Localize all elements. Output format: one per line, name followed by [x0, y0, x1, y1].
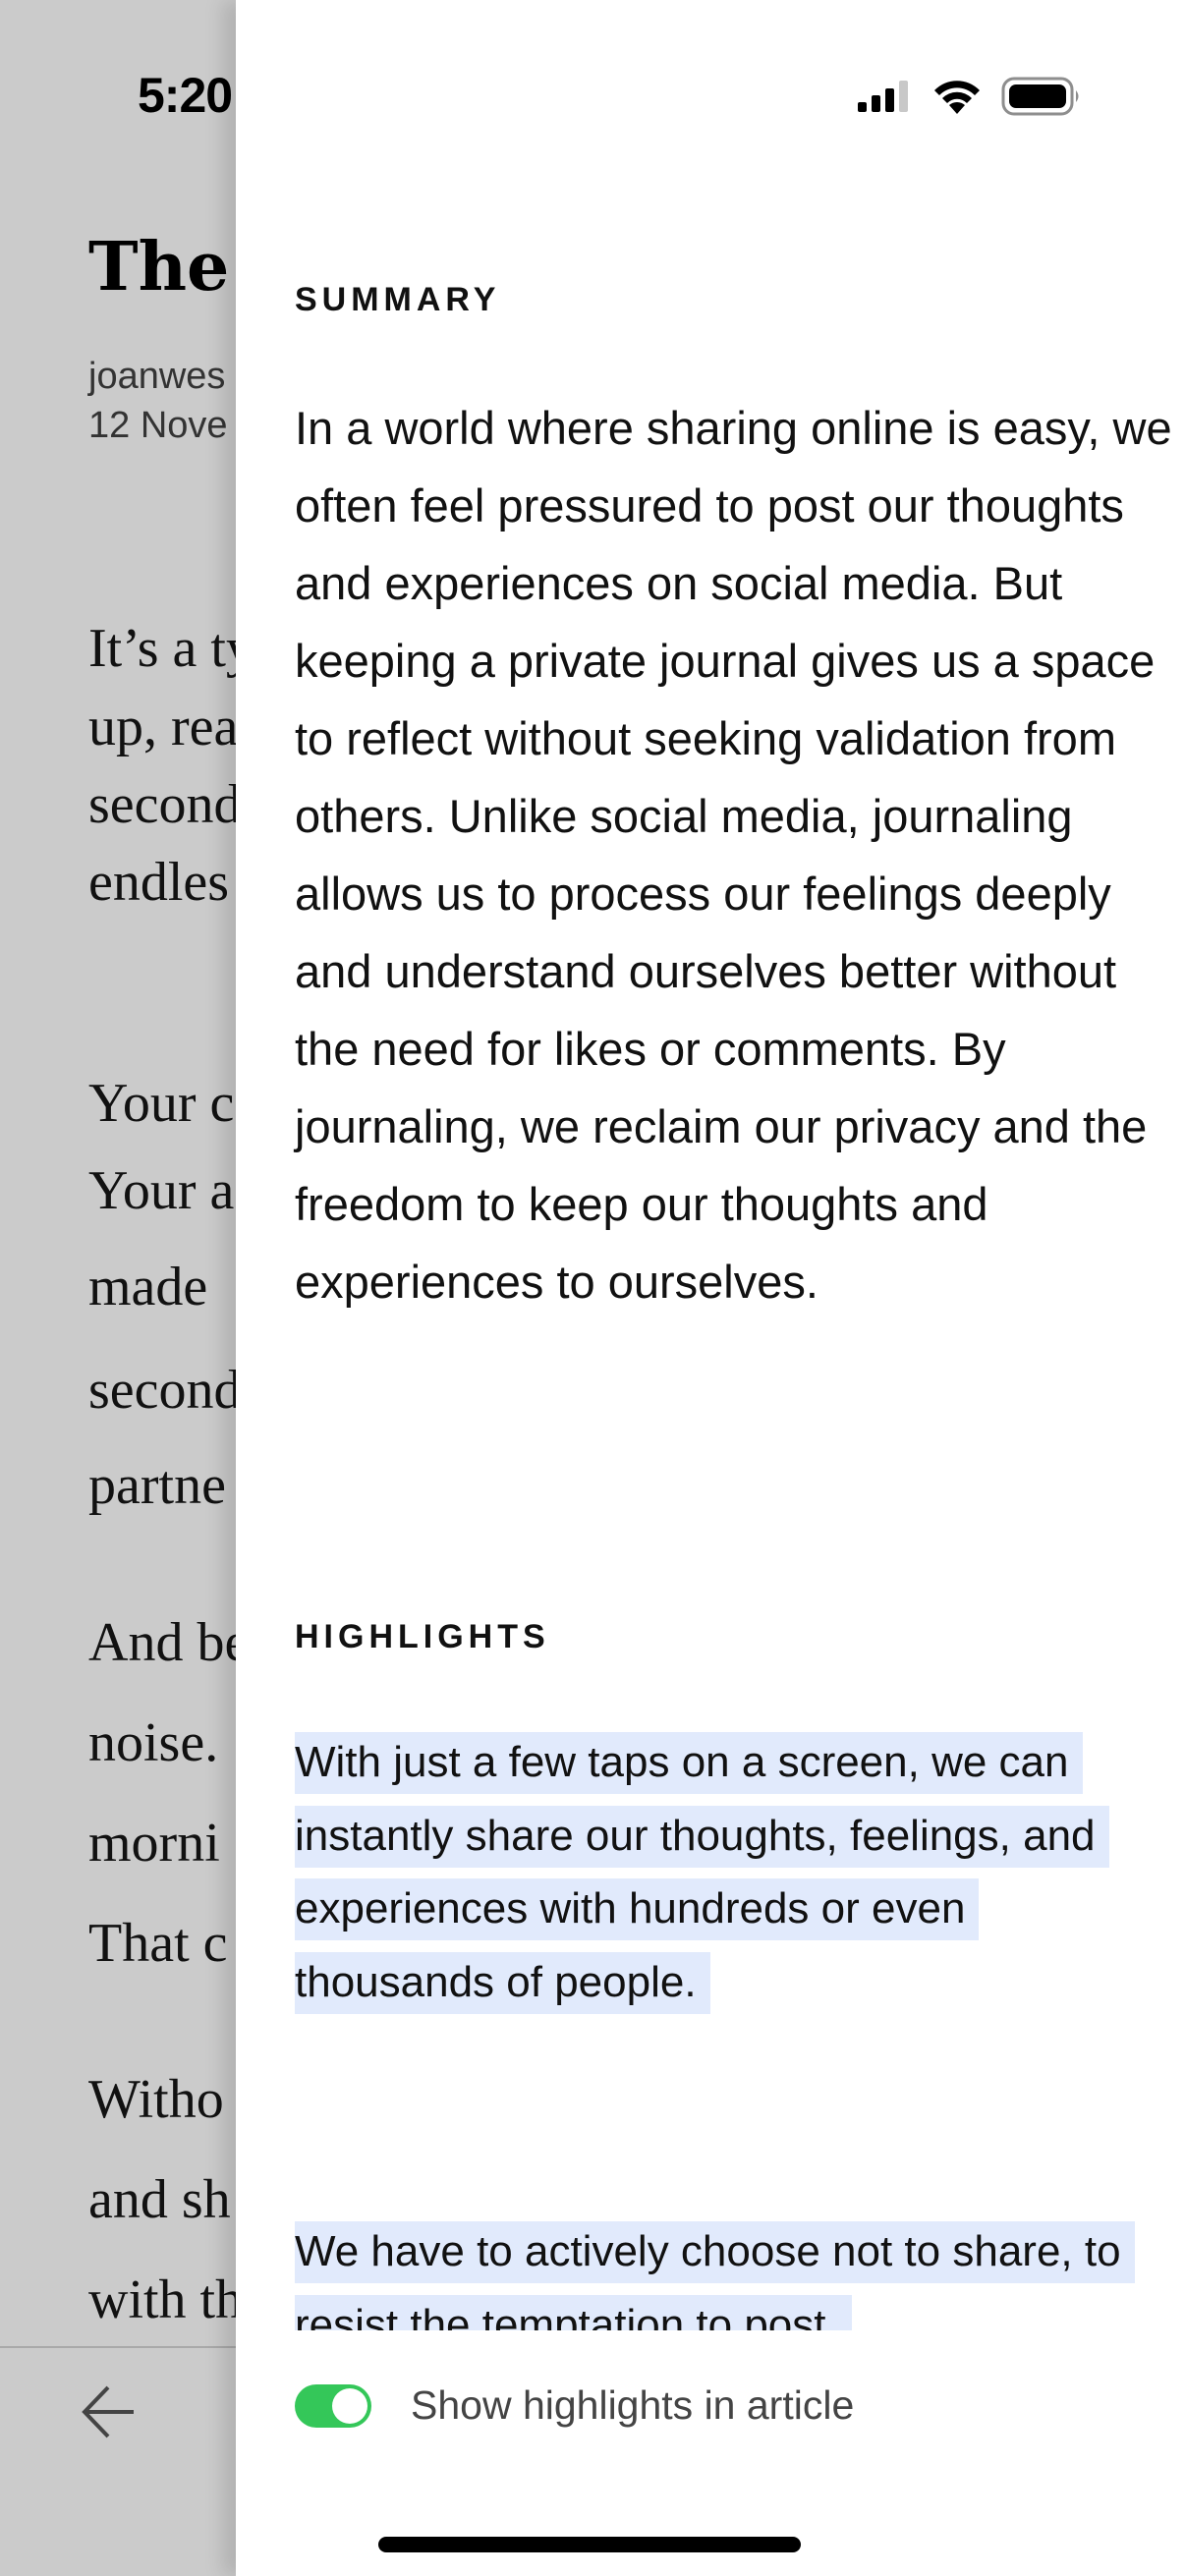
summary-heading: SUMMARY: [295, 281, 501, 318]
article-title: The: [88, 228, 230, 307]
article-date: 12 Nove: [88, 405, 228, 446]
summary-panel: SUMMARY In a world where sharing online …: [236, 0, 1185, 2576]
highlights-heading: HIGHLIGHTS: [295, 1618, 550, 1655]
article-author[interactable]: joanwes: [88, 356, 225, 398]
home-indicator[interactable]: [378, 2537, 801, 2552]
article-line: and sh: [88, 2169, 231, 2230]
article-line: That c: [88, 1913, 228, 1974]
status-time: 5:20: [138, 68, 233, 123]
article-line: made: [88, 1257, 208, 1317]
battery-icon: [1001, 77, 1079, 116]
show-highlights-toggle-row[interactable]: Show highlights in article: [295, 2382, 854, 2429]
article-line: Your a: [88, 1160, 235, 1221]
article-line: Your c: [88, 1073, 235, 1134]
article-line: up, rea: [88, 697, 239, 757]
summary-text: In a world where sharing online is easy,…: [295, 402, 1172, 1308]
article-line: And be: [88, 1612, 250, 1673]
article-line: second: [88, 1360, 242, 1421]
highlight-text: With just a few taps on a screen, we can…: [295, 1732, 1109, 2014]
footer-background: [236, 2330, 1185, 2380]
wifi-icon: [934, 81, 980, 114]
cellular-signal-icon: [858, 81, 908, 112]
toggle-knob: [332, 2387, 367, 2424]
article-line: Witho: [88, 2069, 224, 2130]
article-line: second: [88, 774, 242, 835]
article-line: morni: [88, 1813, 220, 1874]
arrow-left-icon[interactable]: [77, 2378, 145, 2446]
article-line: partne: [88, 1455, 226, 1516]
article-line: with th: [88, 2269, 244, 2330]
article-line: It’s a ty: [88, 618, 254, 679]
article-line: endles: [88, 852, 230, 913]
toggle-label: Show highlights in article: [411, 2382, 855, 2428]
article-line: noise.: [88, 1712, 219, 1773]
highlight-item[interactable]: With just a few taps on a screen, we can…: [295, 1726, 1150, 2019]
status-icons: [858, 77, 1082, 116]
show-highlights-toggle[interactable]: [295, 2383, 371, 2428]
